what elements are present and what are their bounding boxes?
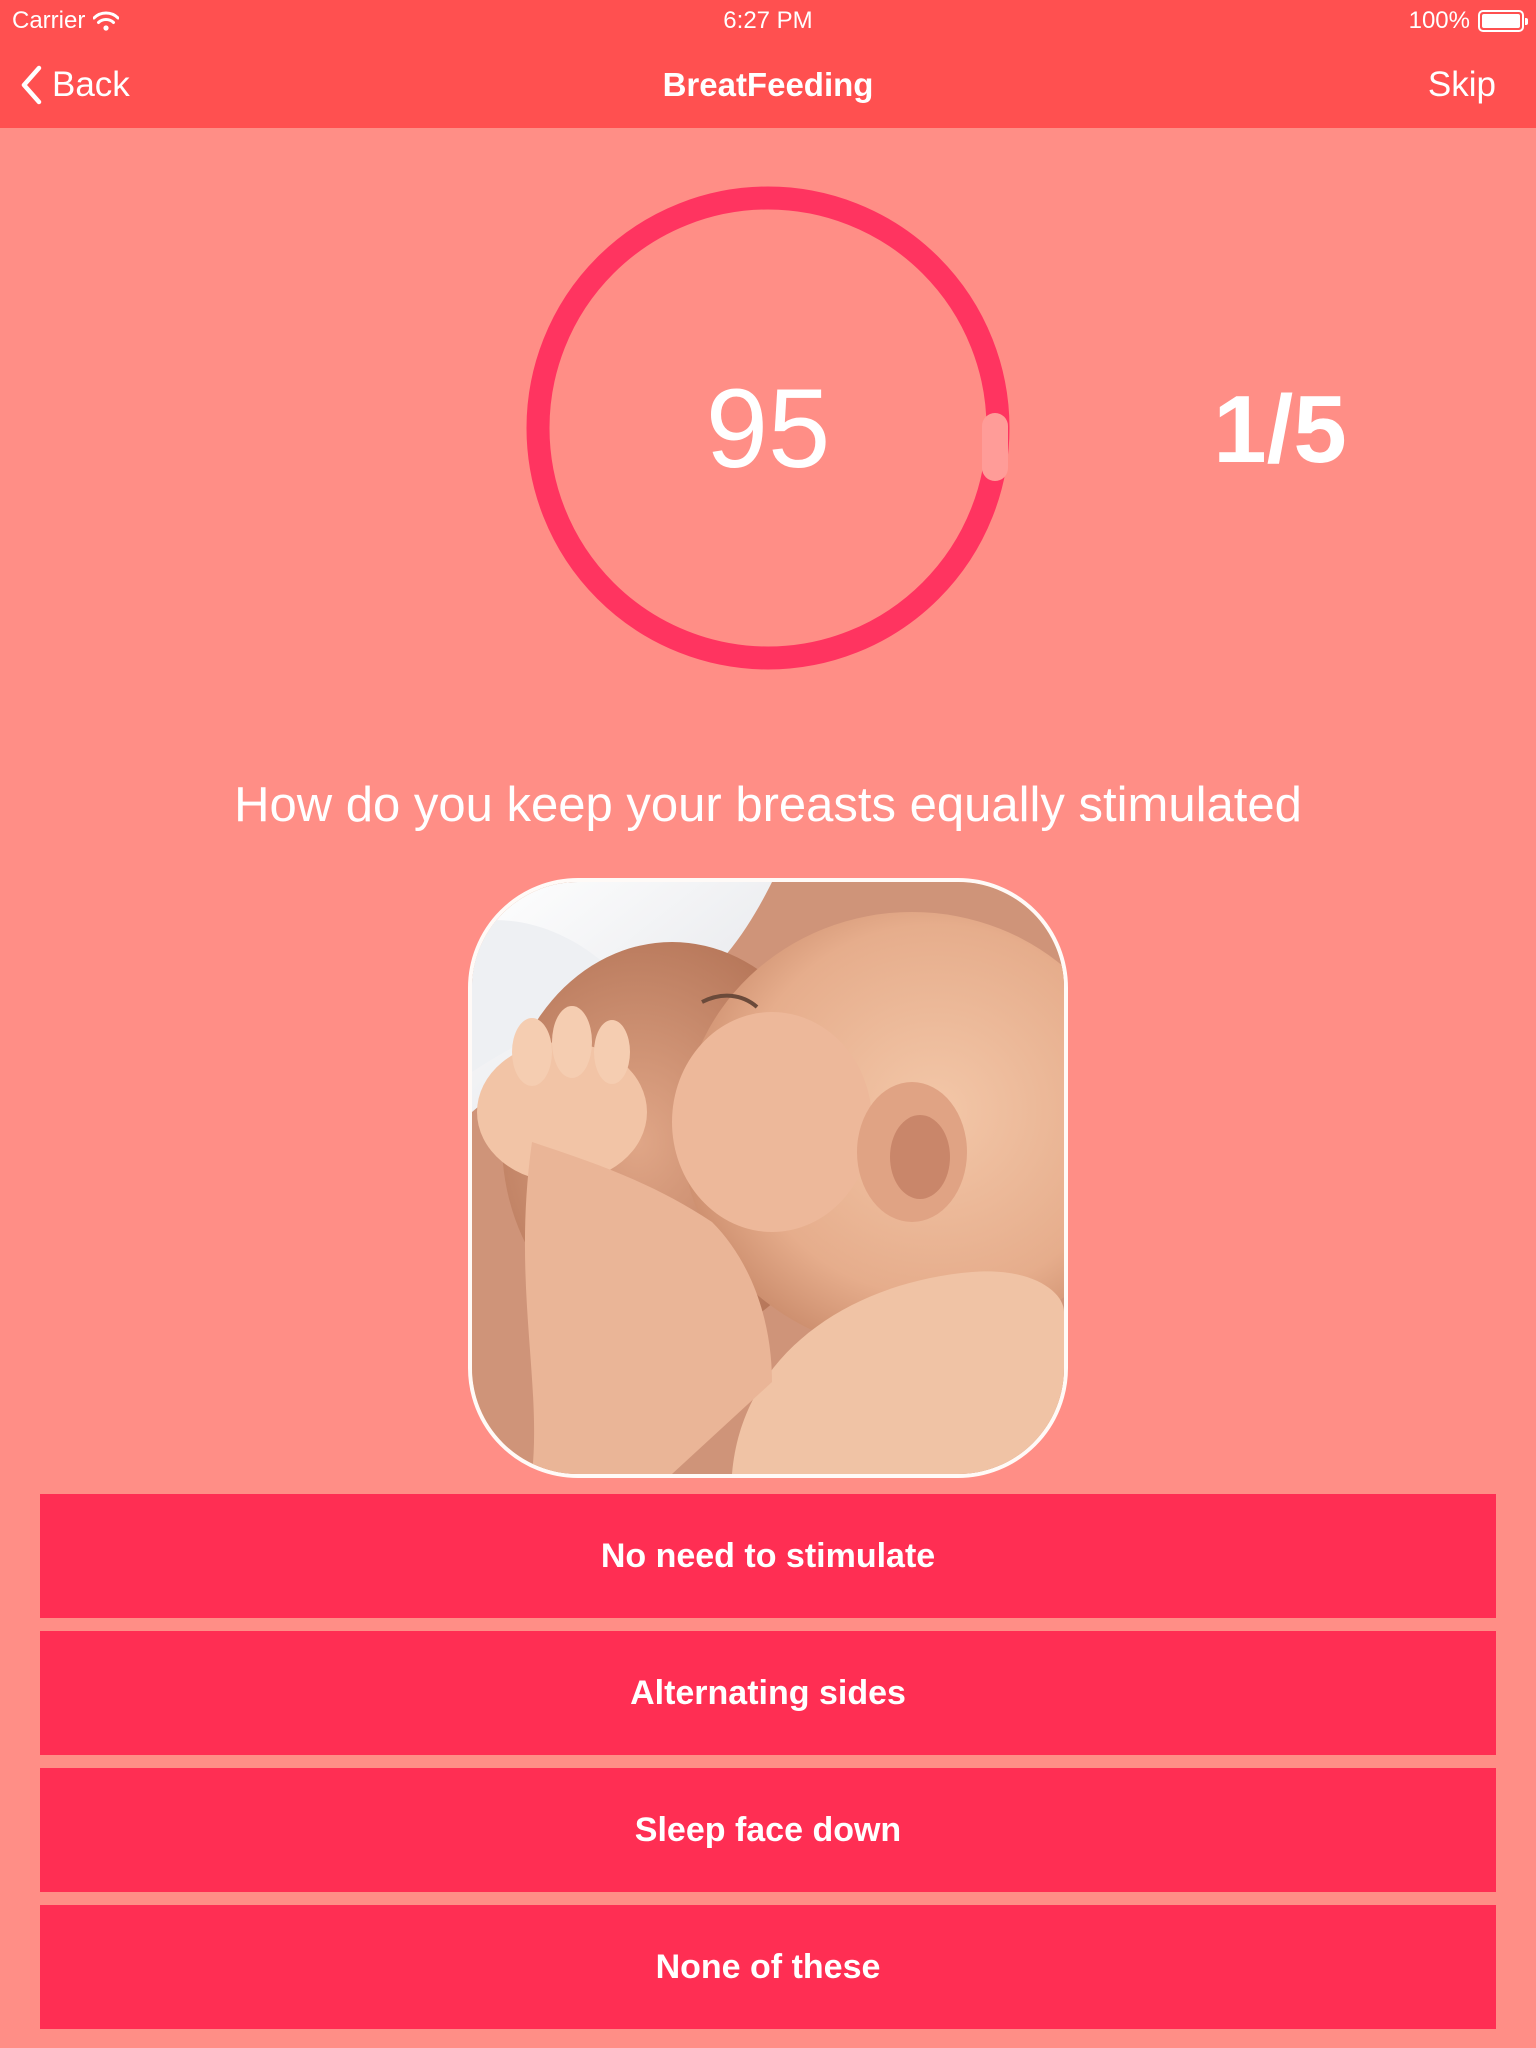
battery-icon (1478, 10, 1528, 32)
answer-button-4[interactable]: None of these (40, 1905, 1496, 2029)
back-label: Back (52, 65, 130, 104)
baby-breastfeeding-photo (472, 882, 1064, 1474)
countdown-timer: 95 (526, 186, 1010, 670)
question-progress: 1/5 (1213, 376, 1347, 483)
status-time: 6:27 PM (723, 7, 813, 34)
skip-button[interactable]: Skip (1428, 60, 1496, 110)
question-text: How do you keep your breasts equally sti… (234, 778, 1302, 832)
timer-value: 95 (705, 365, 831, 491)
status-battery: 100% (1408, 6, 1528, 36)
back-button[interactable]: Back (20, 60, 130, 110)
answer-button-3[interactable]: Sleep face down (40, 1768, 1496, 1892)
status-carrier: Carrier (12, 6, 120, 36)
top-bar: Carrier 6:27 PM 100% Back BreatFeeding S… (0, 0, 1536, 128)
carrier-label: Carrier (12, 7, 86, 34)
question-photo (468, 878, 1068, 1478)
battery-percent: 100% (1408, 7, 1470, 34)
page-title: BreatFeeding (662, 66, 874, 103)
wifi-icon (93, 11, 120, 31)
answer-button-1[interactable]: No need to stimulate (40, 1494, 1496, 1618)
answer-list: No need to stimulate Alternating sides S… (40, 1494, 1496, 2042)
answer-button-2[interactable]: Alternating sides (40, 1631, 1496, 1755)
chevron-left-icon (21, 65, 42, 105)
